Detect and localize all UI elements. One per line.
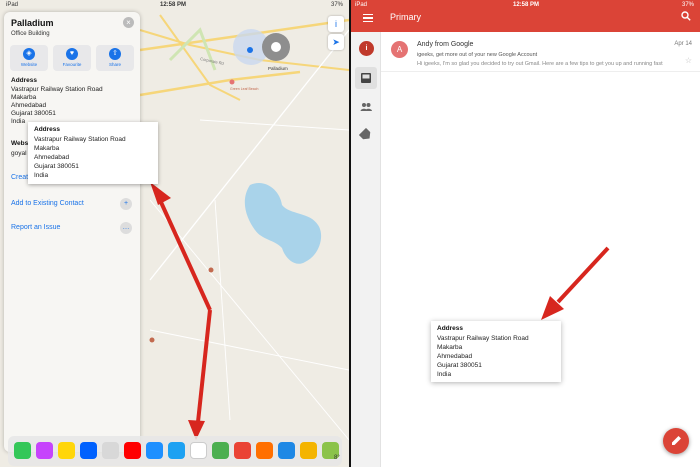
popup-line: Vastrapur Railway Station Road: [437, 335, 529, 342]
popup-line: Makarba: [34, 145, 60, 152]
carrier-label: iPad: [6, 2, 19, 8]
palladium-pin-label: Palladium: [268, 66, 288, 71]
compass-icon: ◈: [23, 48, 35, 60]
info-icon: i: [335, 19, 337, 29]
gmail-toolbar: iPad 12:58 PM 37% Primary: [351, 0, 700, 32]
action-row: ◈ Website ♥ Favourite ⇧ Share: [10, 45, 134, 71]
action-label: Favourite: [62, 62, 82, 67]
close-button[interactable]: ×: [123, 17, 134, 28]
address-line[interactable]: Ahmedabad: [11, 102, 46, 109]
add-contact-icon[interactable]: +: [120, 198, 132, 210]
maps-pane: Corporate Rd Palladium Green Leaf Beach …: [0, 0, 349, 467]
popup-line: India: [437, 371, 452, 378]
files-app-icon[interactable]: [102, 442, 119, 459]
popup-line: Makarba: [437, 344, 463, 351]
create-contact-link[interactable]: Creat: [11, 174, 28, 181]
green-leaf-label: Green Leaf Beach: [230, 87, 258, 91]
itunes-store-app-icon[interactable]: [36, 442, 53, 459]
youtube-app-icon[interactable]: [124, 442, 141, 459]
website-action-button[interactable]: ◈ Website: [10, 45, 48, 71]
popup-line: Gujarat 380051: [34, 163, 79, 170]
carrier-label: iPad: [355, 2, 368, 8]
email-subject: igeeks, get more out of your new Google …: [417, 52, 538, 58]
email-sender: Andy from Google: [417, 41, 474, 48]
address-heading: Address: [11, 77, 38, 84]
photos-app-icon[interactable]: [300, 442, 317, 459]
popup-line: Ahmedabad: [437, 353, 473, 360]
battery-label: 37%: [330, 2, 343, 8]
ipad-dock: [8, 436, 342, 466]
google-maps-app-icon[interactable]: [212, 442, 229, 459]
address-drag-preview[interactable]: Address Vastrapur Railway Station Road M…: [28, 122, 158, 184]
hamburger-menu-icon[interactable]: [363, 14, 373, 22]
sender-avatar: A: [391, 41, 408, 58]
report-issue-link[interactable]: Report an Issue: [11, 224, 60, 231]
account-avatar[interactable]: i: [359, 41, 374, 56]
notes-app-icon[interactable]: [58, 442, 75, 459]
address-line[interactable]: Vastrapur Railway Station Road: [11, 86, 103, 93]
email-snippet: Hi igeeks, I'm so glad you decided to tr…: [417, 61, 663, 67]
address-line[interactable]: India: [11, 118, 25, 125]
clock-label: 12:58 PM: [160, 2, 187, 8]
dropbox-app-icon[interactable]: [80, 442, 97, 459]
split-screen: Corporate Rd Palladium Green Leaf Beach …: [0, 0, 700, 467]
place-title: Palladium: [11, 18, 54, 28]
address-drop-preview[interactable]: Address Vastrapur Railway Station Road M…: [431, 321, 561, 382]
left-status-bar: iPad 12:58 PM 37%: [0, 0, 349, 10]
website-value[interactable]: goyal: [11, 150, 27, 157]
compose-button[interactable]: [663, 428, 689, 454]
favourite-action-button[interactable]: ♥ Favourite: [53, 45, 91, 71]
location-arrow-icon: ➤: [332, 37, 340, 47]
folder-app-icon[interactable]: [278, 442, 295, 459]
battery-label: 37%: [681, 2, 694, 8]
pencil-icon: [672, 436, 681, 445]
gmail-pane: iPad 12:58 PM 37% Primary i A Andy from …: [351, 0, 700, 467]
right-status-bar: iPad 12:58 PM 37%: [351, 0, 700, 10]
people-icon[interactable]: [359, 100, 373, 114]
heart-icon: ♥: [66, 48, 78, 60]
clock-label: 12:58 PM: [513, 2, 540, 8]
messages-app-icon[interactable]: [14, 442, 31, 459]
temperature-label: 8°: [334, 455, 340, 461]
speech-bubble-icon[interactable]: …: [120, 222, 132, 234]
email-list-item[interactable]: A Andy from Google igeeks, get more out …: [381, 32, 700, 72]
search-icon[interactable]: [681, 11, 691, 21]
popup-heading: Address: [34, 126, 61, 133]
locate-button[interactable]: ➤: [328, 34, 344, 50]
place-card: Palladium Office Building × ◈ Website ♥ …: [4, 12, 140, 452]
popup-line: Vastrapur Railway Station Road: [34, 136, 126, 143]
popup-heading: Address: [437, 325, 464, 332]
action-label: Share: [108, 62, 121, 67]
folder-title: Primary: [390, 12, 421, 22]
place-category: Office Building: [11, 31, 50, 37]
pixelmator-app-icon[interactable]: [256, 442, 273, 459]
popup-line: India: [34, 172, 49, 179]
share-icon: ⇧: [109, 48, 121, 60]
chrome-app-icon[interactable]: [234, 442, 251, 459]
gmail-app-icon[interactable]: [190, 442, 207, 459]
action-label: Website: [20, 62, 38, 67]
label-tag-icon[interactable]: [359, 128, 373, 142]
add-existing-contact-link[interactable]: Add to Existing Contact: [11, 200, 84, 207]
twitter-app-icon[interactable]: [168, 442, 185, 459]
info-button[interactable]: i: [328, 16, 344, 32]
address-line[interactable]: Makarba: [11, 94, 36, 101]
inbox-icon[interactable]: [359, 71, 373, 85]
star-icon[interactable]: ☆: [685, 56, 692, 65]
safari-app-icon[interactable]: [146, 442, 163, 459]
nav-rail: i: [351, 32, 381, 467]
popup-line: Gujarat 380051: [437, 362, 482, 369]
address-line[interactable]: Gujarat 380051: [11, 110, 56, 117]
share-action-button[interactable]: ⇧ Share: [96, 45, 134, 71]
email-date: Apr 14: [674, 41, 692, 47]
popup-line: Ahmedabad: [34, 154, 70, 161]
